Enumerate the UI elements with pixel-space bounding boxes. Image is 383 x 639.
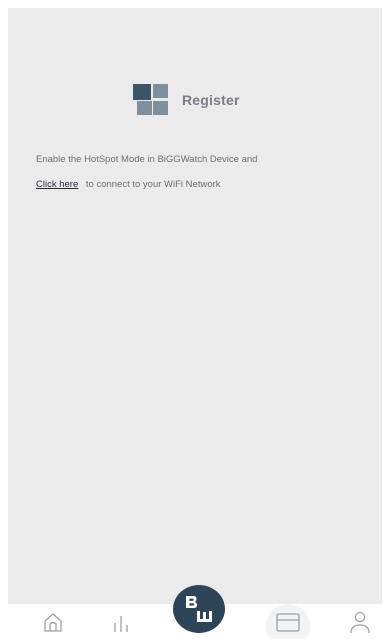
logo-square bbox=[133, 84, 151, 100]
logo-square bbox=[137, 101, 152, 115]
nav-profile[interactable] bbox=[345, 604, 375, 639]
logo-square bbox=[153, 101, 168, 115]
card-icon bbox=[276, 612, 300, 632]
biggwatch-logo-icon bbox=[186, 596, 212, 622]
home-icon bbox=[44, 612, 62, 632]
wifi-instruction: Click here to connect to your WiFi Netwo… bbox=[36, 179, 221, 190]
wifi-instruction-text: to connect to your WiFi Network bbox=[85, 179, 221, 190]
register-screen: Register Enable the HotSpot Mode in BiGG… bbox=[0, 0, 383, 639]
bar-chart-icon bbox=[114, 615, 128, 632]
logo-square bbox=[153, 84, 168, 98]
content-area: Register Enable the HotSpot Mode in BiGG… bbox=[8, 8, 382, 604]
register-title: Register bbox=[182, 92, 240, 108]
register-header: Register bbox=[133, 84, 240, 116]
person-icon bbox=[350, 611, 370, 633]
biggwatch-center-button[interactable] bbox=[173, 585, 225, 633]
nav-card[interactable] bbox=[266, 604, 310, 639]
hotspot-instruction: Enable the HotSpot Mode in BiGGWatch Dev… bbox=[36, 154, 258, 165]
register-logo-icon bbox=[133, 84, 168, 116]
nav-stats[interactable] bbox=[108, 604, 134, 639]
click-here-link[interactable]: Click here bbox=[36, 179, 78, 190]
nav-home[interactable] bbox=[38, 604, 68, 639]
